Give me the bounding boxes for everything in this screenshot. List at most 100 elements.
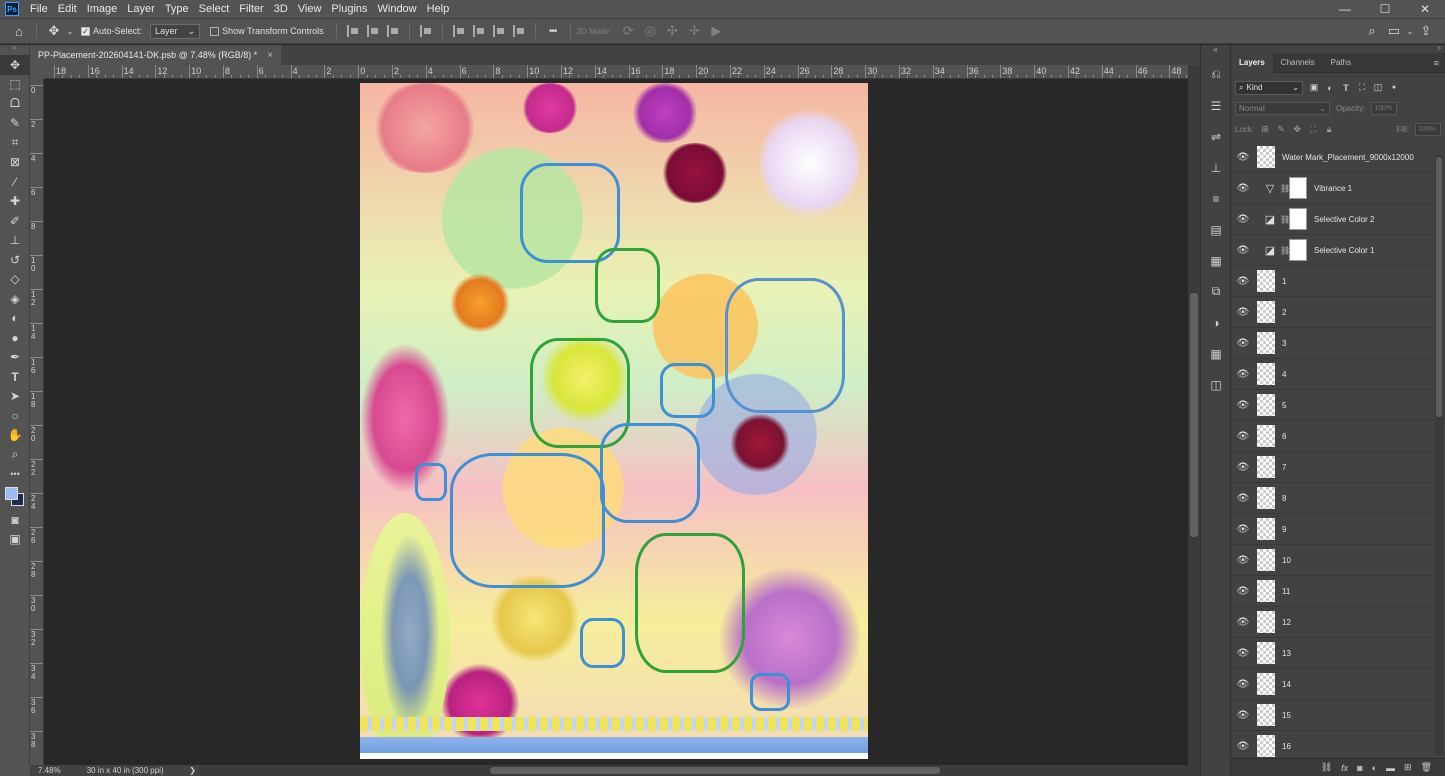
layer-row[interactable]: 👁︎ Water Mark_Placement_9000x12000	[1231, 142, 1434, 173]
menu-select[interactable]: Select	[194, 0, 235, 18]
layer-name[interactable]: 8	[1282, 494, 1286, 503]
patterns-panel-icon[interactable]: ▦	[1201, 245, 1231, 276]
history-brush-tool-icon[interactable]: ↺	[0, 250, 30, 270]
workspace-icon[interactable]: ▭	[1383, 20, 1405, 42]
distribute-horizontal-icon[interactable]	[419, 25, 432, 37]
marquee-tool-icon[interactable]: ⬚	[0, 75, 30, 95]
layer-name[interactable]: 5	[1282, 401, 1286, 410]
visibility-eye-icon[interactable]: 👁︎	[1231, 338, 1255, 349]
swatches-panel-icon[interactable]: ▦	[1201, 338, 1231, 369]
layer-name[interactable]: 3	[1282, 339, 1286, 348]
layer-thumbnail[interactable]	[1257, 425, 1275, 447]
layer-row[interactable]: 👁︎ ◪ ⛓ Selective Color 1	[1231, 235, 1434, 266]
tab-layers[interactable]: Layers	[1231, 52, 1273, 73]
layer-name[interactable]: 7	[1282, 463, 1286, 472]
layer-thumbnail[interactable]	[1257, 673, 1275, 695]
layer-name[interactable]: 1	[1282, 277, 1286, 286]
visibility-eye-icon[interactable]: 👁︎	[1231, 152, 1255, 163]
tab-paths[interactable]: Paths	[1323, 53, 1359, 73]
lasso-tool-icon[interactable]: ᗝ	[0, 94, 30, 114]
horizontal-ruler[interactable]: 18 16 14 12 10 8 6 4 2 0 2 4 6 8 10 12 14 16 18 20 22 24 26 28 3…	[44, 65, 1188, 79]
layer-thumbnail[interactable]	[1257, 487, 1275, 509]
visibility-eye-icon[interactable]: 👁︎	[1231, 586, 1255, 597]
blur-tool-icon[interactable]: ◐	[0, 309, 30, 329]
lock-position-icon[interactable]: ✥	[1292, 124, 1302, 135]
share-icon[interactable]: ⇪	[1415, 20, 1437, 42]
layer-row[interactable]: 👁︎ 14	[1231, 669, 1434, 700]
dock-collapse-icon[interactable]: «	[1201, 45, 1230, 59]
layer-row[interactable]: 👁︎ 7	[1231, 452, 1434, 483]
minimize-button[interactable]: —	[1325, 0, 1365, 18]
layer-name[interactable]: Water Mark_Placement_9000x12000	[1282, 153, 1414, 162]
close-tab-icon[interactable]: ×	[267, 50, 273, 61]
layer-row[interactable]: 👁︎ 6	[1231, 421, 1434, 452]
eyedropper-tool-icon[interactable]: ⁄	[0, 172, 30, 192]
layer-name[interactable]: 4	[1282, 370, 1286, 379]
layer-name[interactable]: 15	[1282, 711, 1291, 720]
status-menu-arrow-icon[interactable]: ❯	[189, 766, 196, 775]
layer-mask-thumbnail[interactable]	[1289, 208, 1307, 230]
visibility-eye-icon[interactable]: 👁︎	[1231, 400, 1255, 411]
layer-row[interactable]: 👁︎ 10	[1231, 545, 1434, 576]
smart-object-thumbnail[interactable]	[1257, 146, 1275, 168]
menu-edit[interactable]: Edit	[53, 0, 82, 18]
brush-tool-icon[interactable]: ✐	[0, 211, 30, 231]
chevron-down-icon[interactable]: ⌄	[1405, 20, 1415, 42]
eraser-tool-icon[interactable]: ◇	[0, 270, 30, 290]
new-adjustment-layer-icon[interactable]: ◐	[1372, 763, 1377, 773]
quick-mask-icon[interactable]: ◙	[0, 510, 30, 530]
visibility-eye-icon[interactable]: 👁︎	[1231, 617, 1255, 628]
layer-thumbnail[interactable]	[1257, 394, 1275, 416]
menu-plugins[interactable]: Plugins	[326, 0, 372, 18]
filter-pixel-icon[interactable]: ▣	[1309, 82, 1319, 93]
layer-row[interactable]: 👁︎ 8	[1231, 483, 1434, 514]
layer-thumbnail[interactable]	[1257, 549, 1275, 571]
layer-mask-thumbnail[interactable]	[1289, 177, 1307, 199]
layer-row[interactable]: 👁︎ ◪ ⛓ Selective Color 2	[1231, 204, 1434, 235]
layer-name[interactable]: 2	[1282, 308, 1286, 317]
layer-thumbnail[interactable]	[1257, 456, 1275, 478]
toolbar-collapse-icon[interactable]: »	[0, 45, 29, 55]
canvas-area[interactable]	[44, 80, 1188, 765]
lock-image-icon[interactable]: ✎	[1276, 124, 1286, 135]
layer-thumbnail[interactable]	[1257, 580, 1275, 602]
properties-panel-icon[interactable]: ☰	[1201, 90, 1231, 121]
menu-type[interactable]: Type	[160, 0, 194, 18]
color-panel-icon[interactable]: ◑	[1201, 307, 1231, 338]
edit-toolbar-icon[interactable]: •••	[0, 465, 30, 485]
layer-thumbnail[interactable]	[1257, 270, 1275, 292]
clone-stamp-tool-icon[interactable]: ⊥	[0, 231, 30, 251]
layer-row[interactable]: 👁︎ 11	[1231, 576, 1434, 607]
layer-row[interactable]: 👁︎ 16	[1231, 731, 1434, 758]
menu-help[interactable]: Help	[422, 0, 455, 18]
new-layer-icon[interactable]: ⊞	[1404, 762, 1412, 773]
visibility-eye-icon[interactable]: 👁︎	[1231, 648, 1255, 659]
layer-row[interactable]: 👁︎ 1	[1231, 266, 1434, 297]
layers-scrollbar-thumb[interactable]	[1436, 157, 1442, 417]
menu-image[interactable]: Image	[82, 0, 123, 18]
horizontal-scrollbar-thumb[interactable]	[490, 767, 940, 774]
document-tab[interactable]: PP-Placement-202604141-DK.psb @ 7.48% (R…	[30, 45, 282, 65]
blend-mode-dropdown[interactable]: Normal ⌄	[1235, 102, 1330, 115]
visibility-eye-icon[interactable]: 👁︎	[1231, 493, 1255, 504]
layer-thumbnail[interactable]	[1257, 301, 1275, 323]
new-group-icon[interactable]: ▬	[1386, 763, 1395, 773]
mask-link-icon[interactable]: ⛓	[1280, 246, 1290, 255]
layer-thumbnail[interactable]	[1257, 611, 1275, 633]
filter-smart-object-icon[interactable]: ◫	[1373, 82, 1383, 93]
layer-row[interactable]: 👁︎ 3	[1231, 328, 1434, 359]
layer-row[interactable]: 👁︎ ▽ ⛓ Vibrance 1	[1231, 173, 1434, 204]
visibility-eye-icon[interactable]: 👁︎	[1231, 369, 1255, 380]
history-panel-icon[interactable]: ⎌	[1201, 59, 1231, 90]
hand-tool-icon[interactable]: ✋	[0, 426, 30, 446]
3d-camera-icon[interactable]: ▶	[705, 20, 727, 42]
menu-view[interactable]: View	[293, 0, 327, 18]
layer-mask-thumbnail[interactable]	[1289, 239, 1307, 261]
healing-brush-tool-icon[interactable]: ✚	[0, 192, 30, 212]
home-icon[interactable]: ⌂	[8, 20, 30, 42]
menu-file[interactable]: File	[25, 0, 53, 18]
lock-transparent-icon[interactable]: ⊞	[1260, 124, 1270, 135]
filter-toggle-icon[interactable]: ●	[1389, 83, 1399, 93]
layer-thumbnail[interactable]	[1257, 642, 1275, 664]
ruler-origin[interactable]	[30, 65, 44, 79]
